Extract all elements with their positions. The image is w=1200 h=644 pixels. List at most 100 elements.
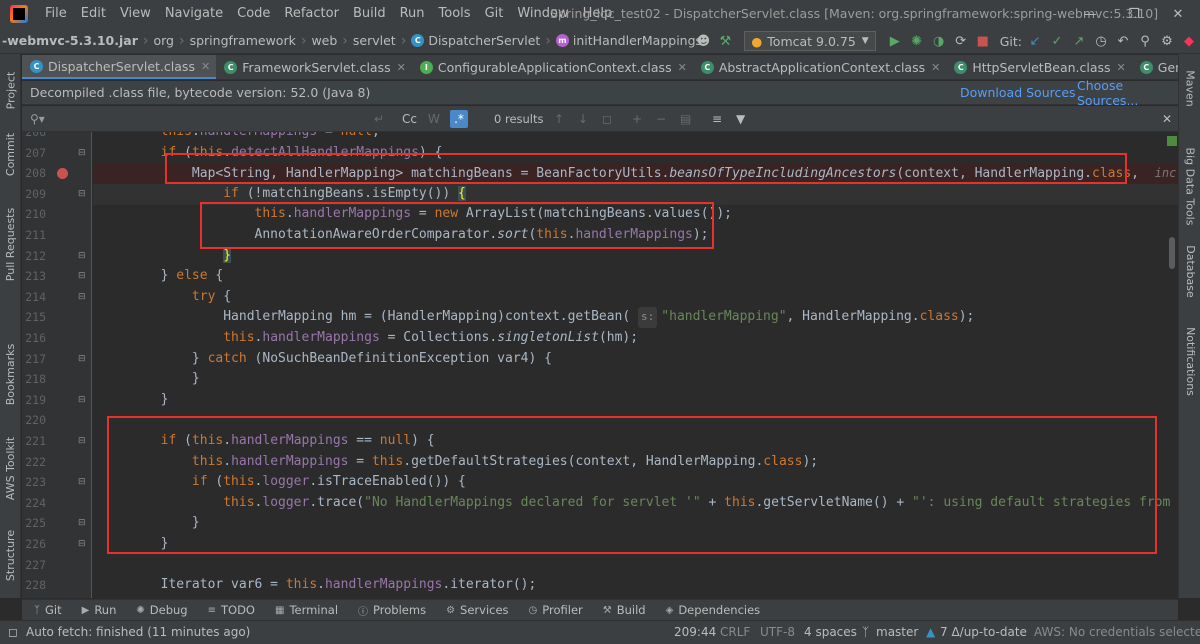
history-icon[interactable]: ◷	[1090, 30, 1112, 52]
fold-icon[interactable]: ⊟	[78, 143, 86, 164]
menu-file[interactable]: File	[38, 0, 74, 28]
status-message[interactable]: Auto fetch: finished (11 minutes ago)	[26, 625, 250, 639]
fold-icon[interactable]: ⊟	[78, 513, 86, 534]
menu-code[interactable]: Code	[230, 0, 277, 28]
close-icon[interactable]: ✕	[201, 60, 210, 73]
tool-bookmarks[interactable]: Bookmarks	[0, 336, 21, 412]
tool-todo[interactable]: ≡ TODO	[196, 603, 263, 617]
tool-debug[interactable]: ✺ Debug	[124, 603, 195, 617]
tab-configurableapplicationcontext[interactable]: I ConfigurableApplicationContext.class ✕	[412, 55, 693, 79]
breadcrumb-web[interactable]: web	[307, 33, 341, 48]
tool-profiler[interactable]: ◷ Profiler	[517, 603, 591, 617]
fold-icon[interactable]: ⊟	[78, 287, 86, 308]
new-line-icon[interactable]: ↵	[374, 112, 384, 126]
tool-git[interactable]: ᛉ Git	[22, 603, 70, 617]
tool-database[interactable]: Database	[1179, 238, 1200, 304]
previous-occurrence-icon[interactable]: ↑	[554, 112, 564, 126]
tool-pull-requests[interactable]: Pull Requests	[0, 194, 21, 294]
search-icon[interactable]: ⚲	[1134, 30, 1156, 52]
line-separator[interactable]: CRLF	[720, 625, 750, 639]
breadcrumb-method[interactable]: m initHandlerMappings	[552, 33, 706, 48]
open-in-window-icon[interactable]: ◻	[602, 112, 612, 126]
close-icon[interactable]: ✕	[1117, 61, 1126, 74]
tool-aws-toolkit[interactable]: AWS Toolkit	[0, 426, 21, 510]
tool-services[interactable]: ⚙ Services	[434, 603, 516, 617]
breadcrumb-servlet[interactable]: servlet	[349, 33, 400, 48]
breadcrumb-class[interactable]: C DispatcherServlet	[407, 33, 544, 48]
tool-notifications[interactable]: Notifications	[1179, 316, 1200, 406]
fold-icon[interactable]: ⊟	[78, 390, 86, 411]
breadcrumb-org[interactable]: org	[149, 33, 178, 48]
aws-connection-status[interactable]: AWS: No credentials selected	[1034, 625, 1200, 639]
indent-setting[interactable]: 4 spaces	[804, 625, 857, 639]
status-checkbox-icon[interactable]: ◻	[8, 625, 18, 639]
menu-build[interactable]: Build	[346, 0, 393, 28]
fold-icon[interactable]: ⊟	[78, 349, 86, 370]
close-icon[interactable]: ✕	[678, 61, 687, 74]
close-icon[interactable]: ✕	[397, 61, 406, 74]
menu-tools[interactable]: Tools	[432, 0, 478, 28]
build-hammer-icon[interactable]: ⚒	[714, 30, 736, 52]
tool-project[interactable]: Project	[0, 60, 21, 120]
menu-navigate[interactable]: Navigate	[158, 0, 230, 28]
filter-icon[interactable]: ▼	[736, 112, 745, 126]
fold-icon[interactable]: ⊟	[78, 472, 86, 493]
fold-icon[interactable]: ⊟	[78, 534, 86, 555]
tool-maven[interactable]: Maven	[1179, 60, 1200, 116]
run-configuration-select[interactable]: ● Tomcat 9.0.75 ▼	[744, 31, 876, 51]
regex-icon[interactable]: .*	[450, 109, 468, 128]
next-occurrence-icon[interactable]: ↓	[578, 112, 588, 126]
git-status[interactable]: 7 Δ/up-to-date	[940, 625, 1027, 639]
gear-icon[interactable]: ⚙	[1156, 30, 1178, 52]
whole-words-icon[interactable]: W	[428, 112, 440, 126]
tab-frameworkservlet[interactable]: C FrameworkServlet.class ✕	[216, 55, 412, 79]
tab-dispatcherservlet[interactable]: C DispatcherServlet.class ✕	[22, 55, 217, 79]
menu-refactor[interactable]: Refactor	[277, 0, 346, 28]
close-find-icon[interactable]: ✕	[1162, 112, 1172, 126]
tool-big-data-tools[interactable]: Big Data Tools	[1179, 136, 1200, 236]
fold-icon[interactable]: ⊟	[78, 431, 86, 452]
tool-terminal[interactable]: ▦ Terminal	[263, 603, 346, 617]
select-all-icon[interactable]: ▤	[680, 112, 691, 126]
tab-genericservlet[interactable]: CGenericServlet.class✕	[1132, 55, 1178, 79]
tool-dependencies[interactable]: ◈ Dependencies	[654, 603, 769, 617]
coverage-icon[interactable]: ◑	[928, 30, 950, 52]
caret-position[interactable]: 209:44	[674, 625, 716, 639]
match-case-icon[interactable]: Cc	[402, 112, 417, 126]
restore-icon[interactable]: ❐	[1112, 0, 1156, 28]
tool-problems[interactable]: ⓘ Problems	[346, 603, 434, 618]
fold-icon[interactable]: ⊟	[78, 184, 86, 205]
choose-sources-link[interactable]: Choose Sources...	[1077, 78, 1178, 108]
tool-run[interactable]: ▶ Run	[70, 603, 125, 617]
profile-icon[interactable]: ⟳	[950, 30, 972, 52]
breakpoint-icon[interactable]	[57, 167, 68, 179]
debug-icon[interactable]: ✺	[906, 30, 928, 52]
run-icon[interactable]: ▶	[884, 30, 906, 52]
menu-edit[interactable]: Edit	[74, 0, 113, 28]
tab-httpservletbean[interactable]: C HttpServletBean.class ✕	[946, 55, 1131, 79]
breadcrumb-springframework[interactable]: springframework	[186, 33, 300, 48]
breadcrumb-jar[interactable]: -webmvc-5.3.10.jar	[0, 33, 142, 48]
user-icon[interactable]: ☻	[692, 30, 714, 52]
rollback-icon[interactable]: ↶	[1112, 30, 1134, 52]
tool-commit[interactable]: Commit	[0, 126, 21, 182]
git-branch[interactable]: master	[876, 625, 918, 639]
close-icon[interactable]: ✕	[1156, 0, 1200, 28]
menu-git[interactable]: Git	[478, 0, 511, 28]
fold-icon[interactable]: ⊟	[78, 246, 86, 267]
git-push-icon[interactable]: ↗	[1068, 30, 1090, 52]
file-encoding[interactable]: UTF-8	[760, 625, 795, 639]
menu-run[interactable]: Run	[393, 0, 432, 28]
multiline-icon[interactable]: ≡	[712, 112, 722, 126]
tool-structure[interactable]: Structure	[0, 520, 21, 590]
git-update-icon[interactable]: ↙	[1024, 30, 1046, 52]
code-editor[interactable]: 206 207 208 209 210 211 212 213 214 215 …	[22, 132, 1178, 598]
ide-logo-icon[interactable]: ◆	[1178, 30, 1200, 52]
scrollbar-thumb[interactable]	[1169, 237, 1175, 269]
tool-build[interactable]: ⚒ Build	[591, 603, 654, 617]
stop-icon[interactable]: ■	[972, 30, 994, 52]
minimize-icon[interactable]: —	[1068, 0, 1112, 28]
close-icon[interactable]: ✕	[931, 61, 940, 74]
tab-abstractapplicationcontext[interactable]: C AbstractApplicationContext.class ✕	[693, 55, 947, 79]
menu-view[interactable]: View	[113, 0, 158, 28]
